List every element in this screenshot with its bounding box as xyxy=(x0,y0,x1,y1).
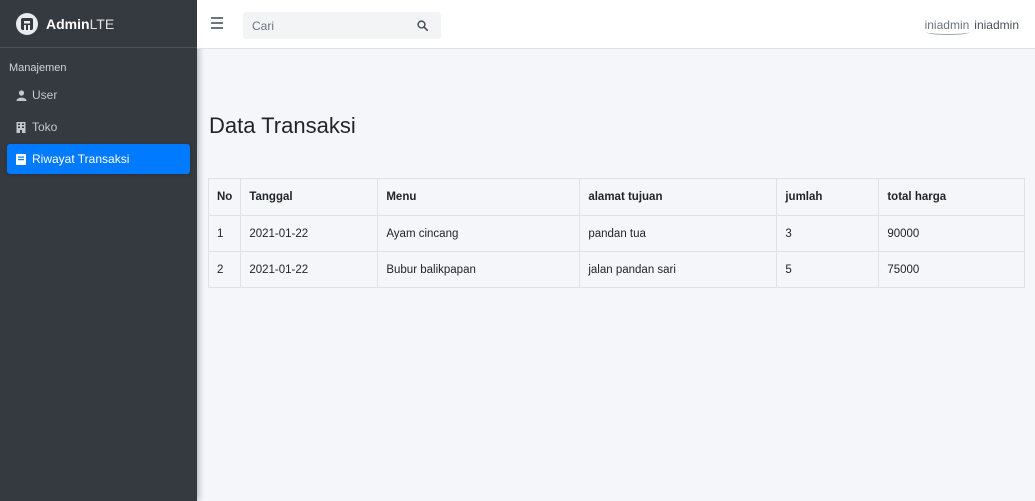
sidebar-item-riwayat-transaksi[interactable]: Riwayat Transaksi xyxy=(7,144,190,174)
adminlte-logo-icon xyxy=(16,12,38,35)
table-header-row: No Tanggal Menu alamat tujuan jumlah tot… xyxy=(207,178,1025,216)
column-header-alamat-tujuan: alamat tujuan xyxy=(579,178,778,216)
content-wrapper: Data Transaksi No Tanggal Menu alamat tu… xyxy=(197,49,1035,501)
sidebar-item-label: Riwayat Transaksi xyxy=(32,152,130,166)
book-icon xyxy=(15,153,27,165)
brand-link[interactable]: AdminLTE xyxy=(0,0,197,48)
cell-tanggal: 2021-01-22 xyxy=(240,215,379,252)
sidebar: AdminLTE Manajemen User Toko Riwayat Tra… xyxy=(0,0,197,501)
user-avatar: iniadmin xyxy=(924,18,970,35)
sidebar-item-toko[interactable]: Toko xyxy=(7,112,190,142)
cell-tanggal: 2021-01-22 xyxy=(240,251,379,288)
sidebar-item-label: User xyxy=(32,88,58,102)
transactions-table: No Tanggal Menu alamat tujuan jumlah tot… xyxy=(207,178,1025,288)
column-header-total-harga: total harga xyxy=(878,178,1025,216)
cell-menu: Bubur balikpapan xyxy=(377,251,581,288)
column-header-tanggal: Tanggal xyxy=(240,178,379,216)
cell-jumlah: 5 xyxy=(776,251,880,288)
user-icon xyxy=(15,89,27,101)
column-header-no: No xyxy=(207,178,242,216)
cell-alamat-tujuan: pandan tua xyxy=(579,215,778,252)
cell-no: 2 xyxy=(207,251,242,288)
page-title: Data Transaksi xyxy=(209,113,356,138)
cell-total-harga: 75000 xyxy=(878,251,1025,288)
column-header-menu: Menu xyxy=(377,178,581,216)
search-input[interactable] xyxy=(243,12,408,39)
search-form xyxy=(243,12,441,39)
cell-no: 1 xyxy=(207,215,242,252)
cell-jumlah: 3 xyxy=(776,215,880,252)
nav-header: Manajemen xyxy=(9,62,67,74)
table-row: 1 2021-01-22 Ayam cincang pandan tua 3 9… xyxy=(207,215,1025,252)
sidebar-item-label: Toko xyxy=(32,120,58,134)
cell-alamat-tujuan: jalan pandan sari xyxy=(579,251,778,288)
building-icon xyxy=(15,121,27,133)
search-button[interactable] xyxy=(408,12,436,39)
menu-toggle-icon[interactable] xyxy=(211,17,223,29)
cell-total-harga: 90000 xyxy=(878,215,1025,252)
user-menu[interactable]: iniadmin iniadmin xyxy=(924,18,1019,35)
column-header-jumlah: jumlah xyxy=(776,178,880,216)
brand-text: AdminLTE xyxy=(46,15,115,32)
search-icon xyxy=(416,20,428,31)
top-navbar: iniadmin iniadmin xyxy=(197,0,1035,49)
cell-menu: Ayam cincang xyxy=(377,215,581,252)
table-row: 2 2021-01-22 Bubur balikpapan jalan pand… xyxy=(207,251,1025,288)
sidebar-item-user[interactable]: User xyxy=(7,80,190,110)
user-name: iniadmin xyxy=(974,18,1019,32)
